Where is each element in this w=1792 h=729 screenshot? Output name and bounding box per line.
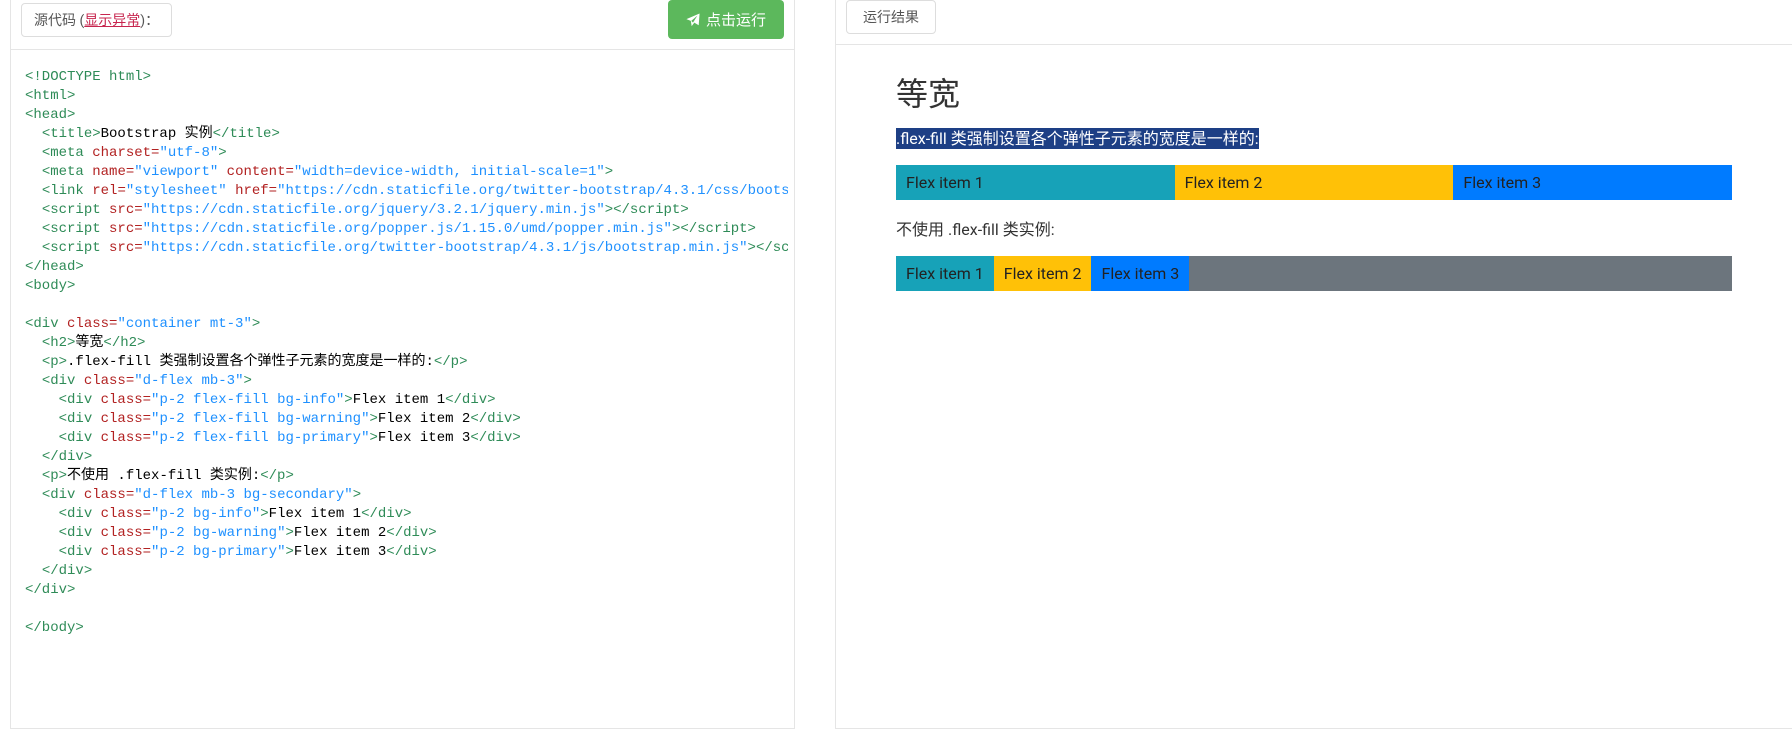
result-area: 等宽 .flex-fill 类强制设置各个弹性子元素的宽度是一样的: Flex … bbox=[836, 45, 1792, 728]
result-header: 运行结果 bbox=[836, 0, 1792, 45]
result-panel: 运行结果 等宽 .flex-fill 类强制设置各个弹性子元素的宽度是一样的: … bbox=[835, 0, 1792, 729]
flex-item-3: Flex item 3 bbox=[1453, 165, 1732, 200]
source-label-suffix: )： bbox=[140, 10, 159, 30]
paper-plane-icon bbox=[686, 13, 700, 27]
no-fill-row: Flex item 1 Flex item 2 Flex item 3 bbox=[896, 256, 1732, 291]
code-editor[interactable]: <!DOCTYPE html><html><head> <title>Boots… bbox=[21, 60, 788, 718]
flex-fill-row: Flex item 1 Flex item 2 Flex item 3 bbox=[896, 165, 1732, 200]
source-panel: 源代码 ( 显示异常 )： 点击运行 <!DOCTYPE html><html>… bbox=[10, 0, 795, 729]
source-label-prefix: 源代码 ( bbox=[34, 10, 84, 30]
no-fill-item-3: Flex item 3 bbox=[1091, 256, 1189, 291]
result-desc-1: .flex-fill 类强制设置各个弹性子元素的宽度是一样的: bbox=[896, 125, 1732, 149]
source-label: 源代码 ( 显示异常 )： bbox=[21, 3, 172, 37]
show-exception-link[interactable]: 显示异常 bbox=[84, 10, 140, 30]
run-button-label: 点击运行 bbox=[706, 9, 766, 30]
no-fill-item-1: Flex item 1 bbox=[896, 256, 994, 291]
app-layout: 源代码 ( 显示异常 )： 点击运行 <!DOCTYPE html><html>… bbox=[0, 0, 1792, 729]
code-editor-wrap: <!DOCTYPE html><html><head> <title>Boots… bbox=[11, 50, 794, 728]
result-desc-1-text: .flex-fill 类强制设置各个弹性子元素的宽度是一样的: bbox=[896, 128, 1259, 149]
flex-item-2: Flex item 2 bbox=[1175, 165, 1454, 200]
result-heading: 等宽 bbox=[896, 69, 1732, 115]
run-button[interactable]: 点击运行 bbox=[668, 0, 784, 39]
result-desc-2: 不使用 .flex-fill 类实例: bbox=[896, 216, 1732, 240]
panel-gap bbox=[795, 0, 835, 729]
no-fill-item-2: Flex item 2 bbox=[994, 256, 1092, 291]
flex-item-1: Flex item 1 bbox=[896, 165, 1175, 200]
source-header: 源代码 ( 显示异常 )： 点击运行 bbox=[11, 0, 794, 50]
result-label: 运行结果 bbox=[846, 0, 936, 34]
